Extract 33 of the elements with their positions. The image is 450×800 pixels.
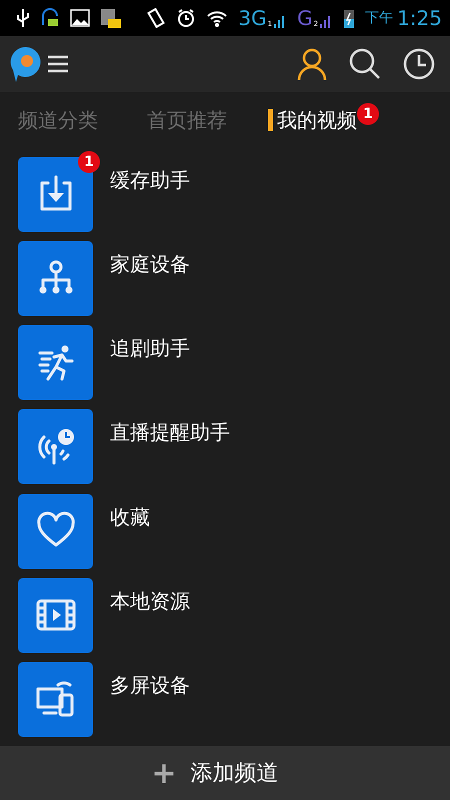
clock-icon[interactable] (402, 47, 436, 81)
tile-icon[interactable] (18, 578, 93, 653)
battery-icon (343, 7, 356, 29)
item-label[interactable]: 家庭设备 (110, 251, 190, 278)
item-label[interactable]: 直播提醒助手 (110, 419, 230, 446)
item-label[interactable]: 收藏 (110, 504, 150, 531)
usb-icon (16, 7, 30, 29)
tile-icon[interactable] (18, 241, 93, 316)
notification-badge: 1 (356, 102, 379, 124)
clock-time: 1:25 (397, 8, 442, 28)
user-icon[interactable] (296, 47, 328, 81)
tile-icon[interactable] (18, 409, 93, 484)
network-type: G (297, 8, 313, 28)
notification-badge: 1 (78, 151, 100, 173)
tile-icon[interactable] (18, 325, 93, 400)
tile-icon[interactable] (18, 662, 93, 737)
item-label[interactable]: 缓存助手 (110, 167, 190, 194)
chat-icon (40, 7, 60, 29)
item-label[interactable]: 追剧助手 (110, 335, 190, 362)
vibrate-icon (146, 8, 166, 28)
alarm-icon (176, 8, 196, 28)
tab[interactable]: 我的视频 (276, 108, 357, 130)
tile-icon[interactable] (18, 494, 93, 569)
add-channel-button[interactable]: + 添加频道 (143, 752, 287, 794)
item-label[interactable]: 本地资源 (110, 588, 190, 615)
mail-icon (100, 7, 122, 29)
network-type: 3G (238, 8, 267, 28)
image-icon (70, 8, 90, 28)
item-label[interactable]: 多屏设备 (110, 672, 190, 699)
time-period: 下午 (365, 11, 394, 25)
search-icon[interactable] (348, 47, 382, 81)
menu-icon[interactable] (46, 54, 70, 74)
tile-icon[interactable] (18, 157, 93, 232)
